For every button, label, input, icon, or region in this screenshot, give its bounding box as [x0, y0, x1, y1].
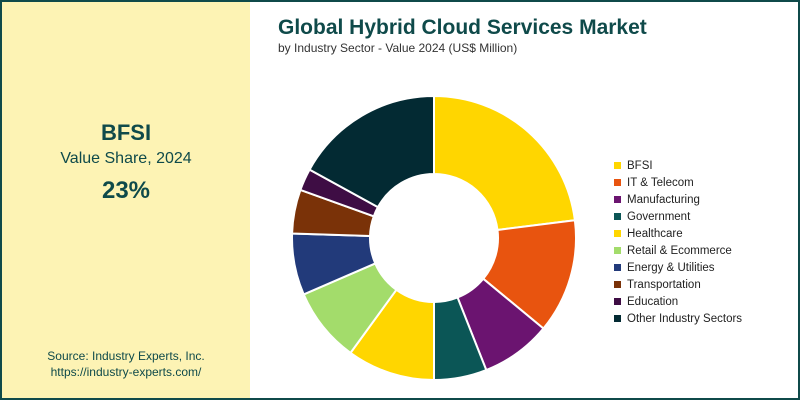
legend-item-healthcare: Healthcare	[614, 225, 742, 242]
legend-label: Energy & Utilities	[627, 261, 715, 274]
legend-swatch	[614, 179, 621, 186]
legend-swatch	[614, 298, 621, 305]
legend-label: Manufacturing	[627, 193, 700, 206]
legend-item-retail-and-ecommerce: Retail & Ecommerce	[614, 242, 742, 259]
legend-item-education: Education	[614, 293, 742, 310]
legend-item-energy-and-utilities: Energy & Utilities	[614, 259, 742, 276]
legend-label: Transportation	[627, 278, 701, 291]
chart-legend: BFSI IT & Telecom Manufacturing Government H…	[614, 157, 742, 327]
legend-swatch	[614, 213, 621, 220]
legend-item-manufacturing: Manufacturing	[614, 191, 742, 208]
legend-item-bfsi: BFSI	[614, 157, 742, 174]
infographic-frame: BFSI Value Share, 2024 23% Source: Indus…	[0, 0, 800, 400]
legend-swatch	[614, 247, 621, 254]
legend-label: Education	[627, 295, 679, 308]
legend-item-it-and-telecom: IT & Telecom	[614, 174, 742, 191]
legend-swatch	[614, 196, 621, 203]
legend-item-government: Government	[614, 208, 742, 225]
legend-label: Other Industry Sectors	[627, 312, 743, 325]
legend-label: Healthcare	[627, 227, 683, 240]
legend-item-transportation: Transportation	[614, 276, 742, 293]
legend-swatch	[614, 264, 621, 271]
legend-item-other-industry-sectors: Other Industry Sectors	[614, 310, 742, 327]
legend-swatch	[614, 315, 621, 322]
legend-label: IT & Telecom	[627, 176, 694, 189]
legend-label: Government	[627, 210, 691, 223]
slice-bfsi[interactable]	[433, 94, 576, 232]
legend-label: Retail & Ecommerce	[627, 244, 732, 257]
legend-swatch	[614, 230, 621, 237]
legend-swatch	[614, 281, 621, 288]
legend-label: BFSI	[627, 159, 653, 172]
legend-swatch	[614, 162, 621, 169]
